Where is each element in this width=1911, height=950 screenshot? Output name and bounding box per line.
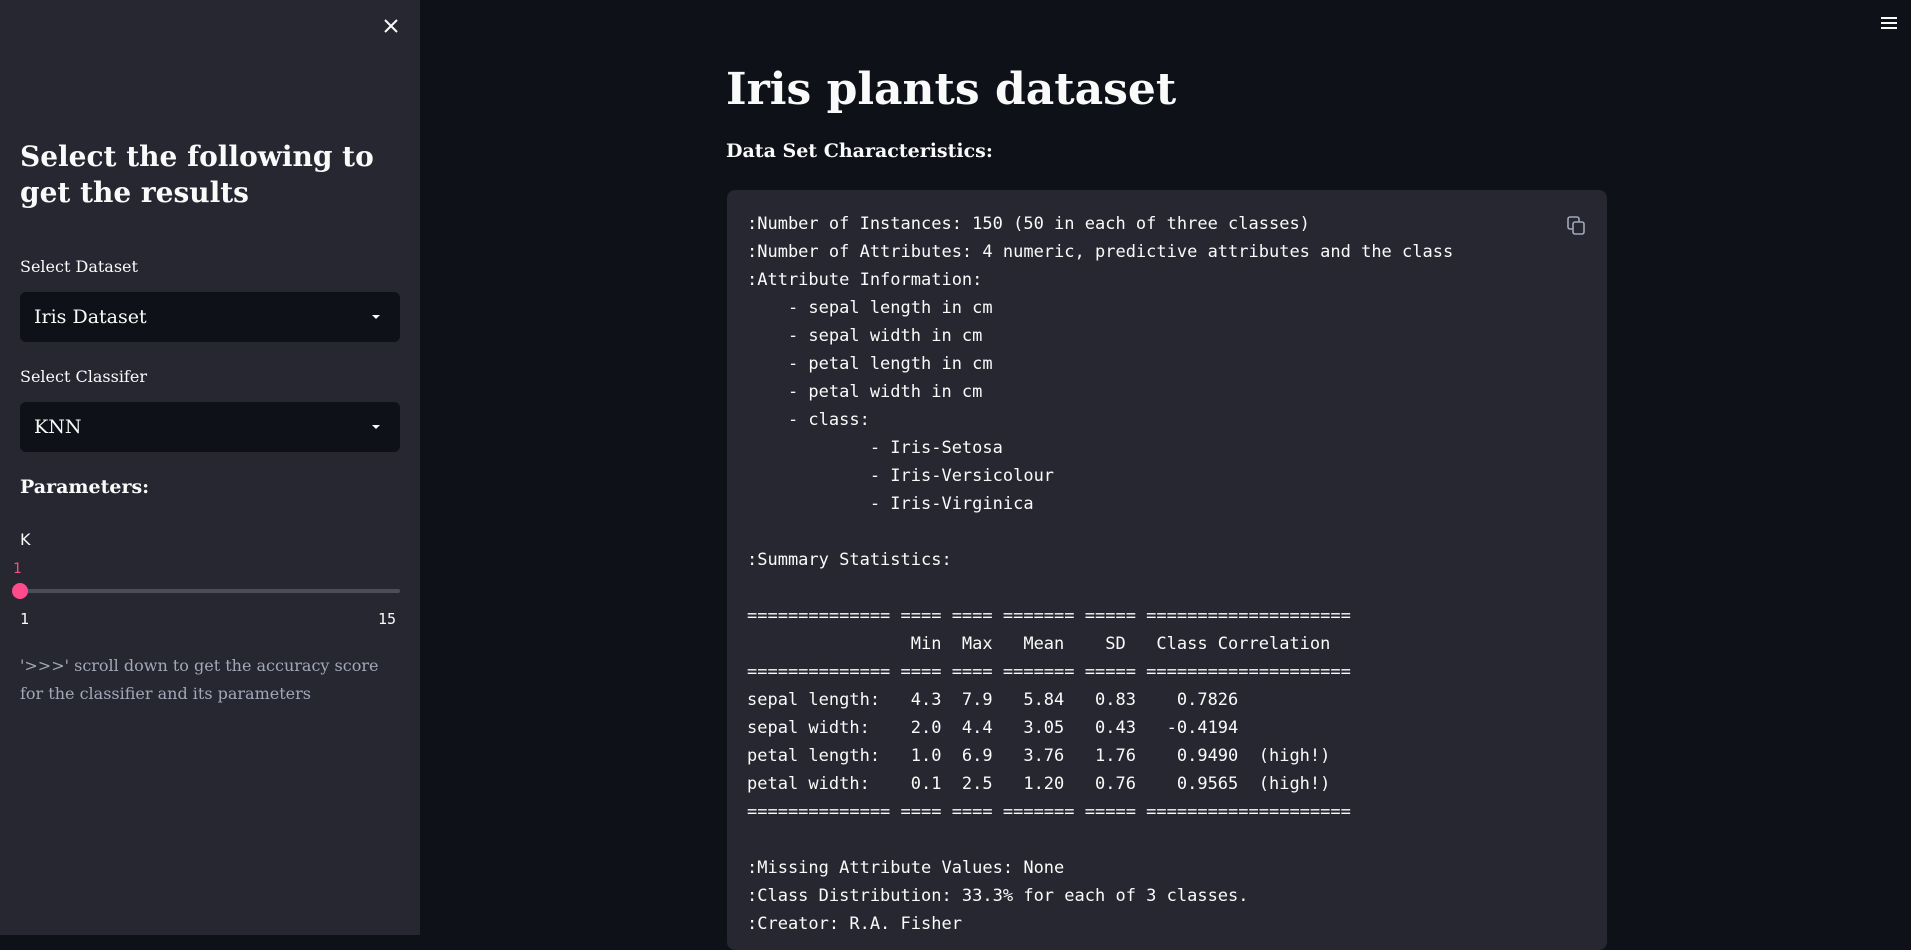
k-slider-current-value: 1	[13, 561, 22, 577]
data-set-characteristics-heading: Data Set Characteristics:	[726, 140, 993, 162]
sidebar-heading: Select the following to get the results	[20, 140, 374, 209]
parameters-heading: Parameters:	[20, 476, 150, 498]
dataset-select[interactable]: Iris Dataset	[20, 292, 400, 342]
dataset-description-block: :Number of Instances: 150 (50 in each of…	[727, 190, 1607, 950]
sidebar: Select the following to get the results …	[0, 0, 420, 935]
copy-button[interactable]	[1564, 213, 1588, 237]
classifier-select[interactable]: KNN	[20, 402, 400, 452]
hamburger-menu-icon	[1881, 17, 1897, 29]
chevron-down-icon	[372, 425, 380, 429]
k-slider-min: 1	[20, 610, 30, 628]
k-slider-max: 15	[378, 610, 397, 628]
chevron-down-icon	[372, 315, 380, 319]
close-icon	[384, 19, 398, 33]
k-slider-track[interactable]	[20, 589, 400, 593]
page-title: Iris plants dataset	[726, 64, 1177, 115]
k-slider-handle[interactable]	[12, 583, 28, 599]
scroll-hint-text: '>>>' scroll down to get the accuracy sc…	[20, 656, 379, 703]
dataset-description-text: :Number of Instances: 150 (50 in each of…	[747, 214, 1454, 934]
classifier-select-value: KNN	[34, 416, 82, 438]
copy-icon	[1567, 216, 1585, 235]
classifier-label: Select Classifer	[20, 367, 147, 386]
main-menu-button[interactable]	[1878, 12, 1900, 34]
k-slider-label: K	[20, 530, 31, 549]
close-sidebar-button[interactable]	[378, 13, 404, 39]
dataset-select-value: Iris Dataset	[34, 306, 147, 328]
dataset-label: Select Dataset	[20, 257, 138, 276]
